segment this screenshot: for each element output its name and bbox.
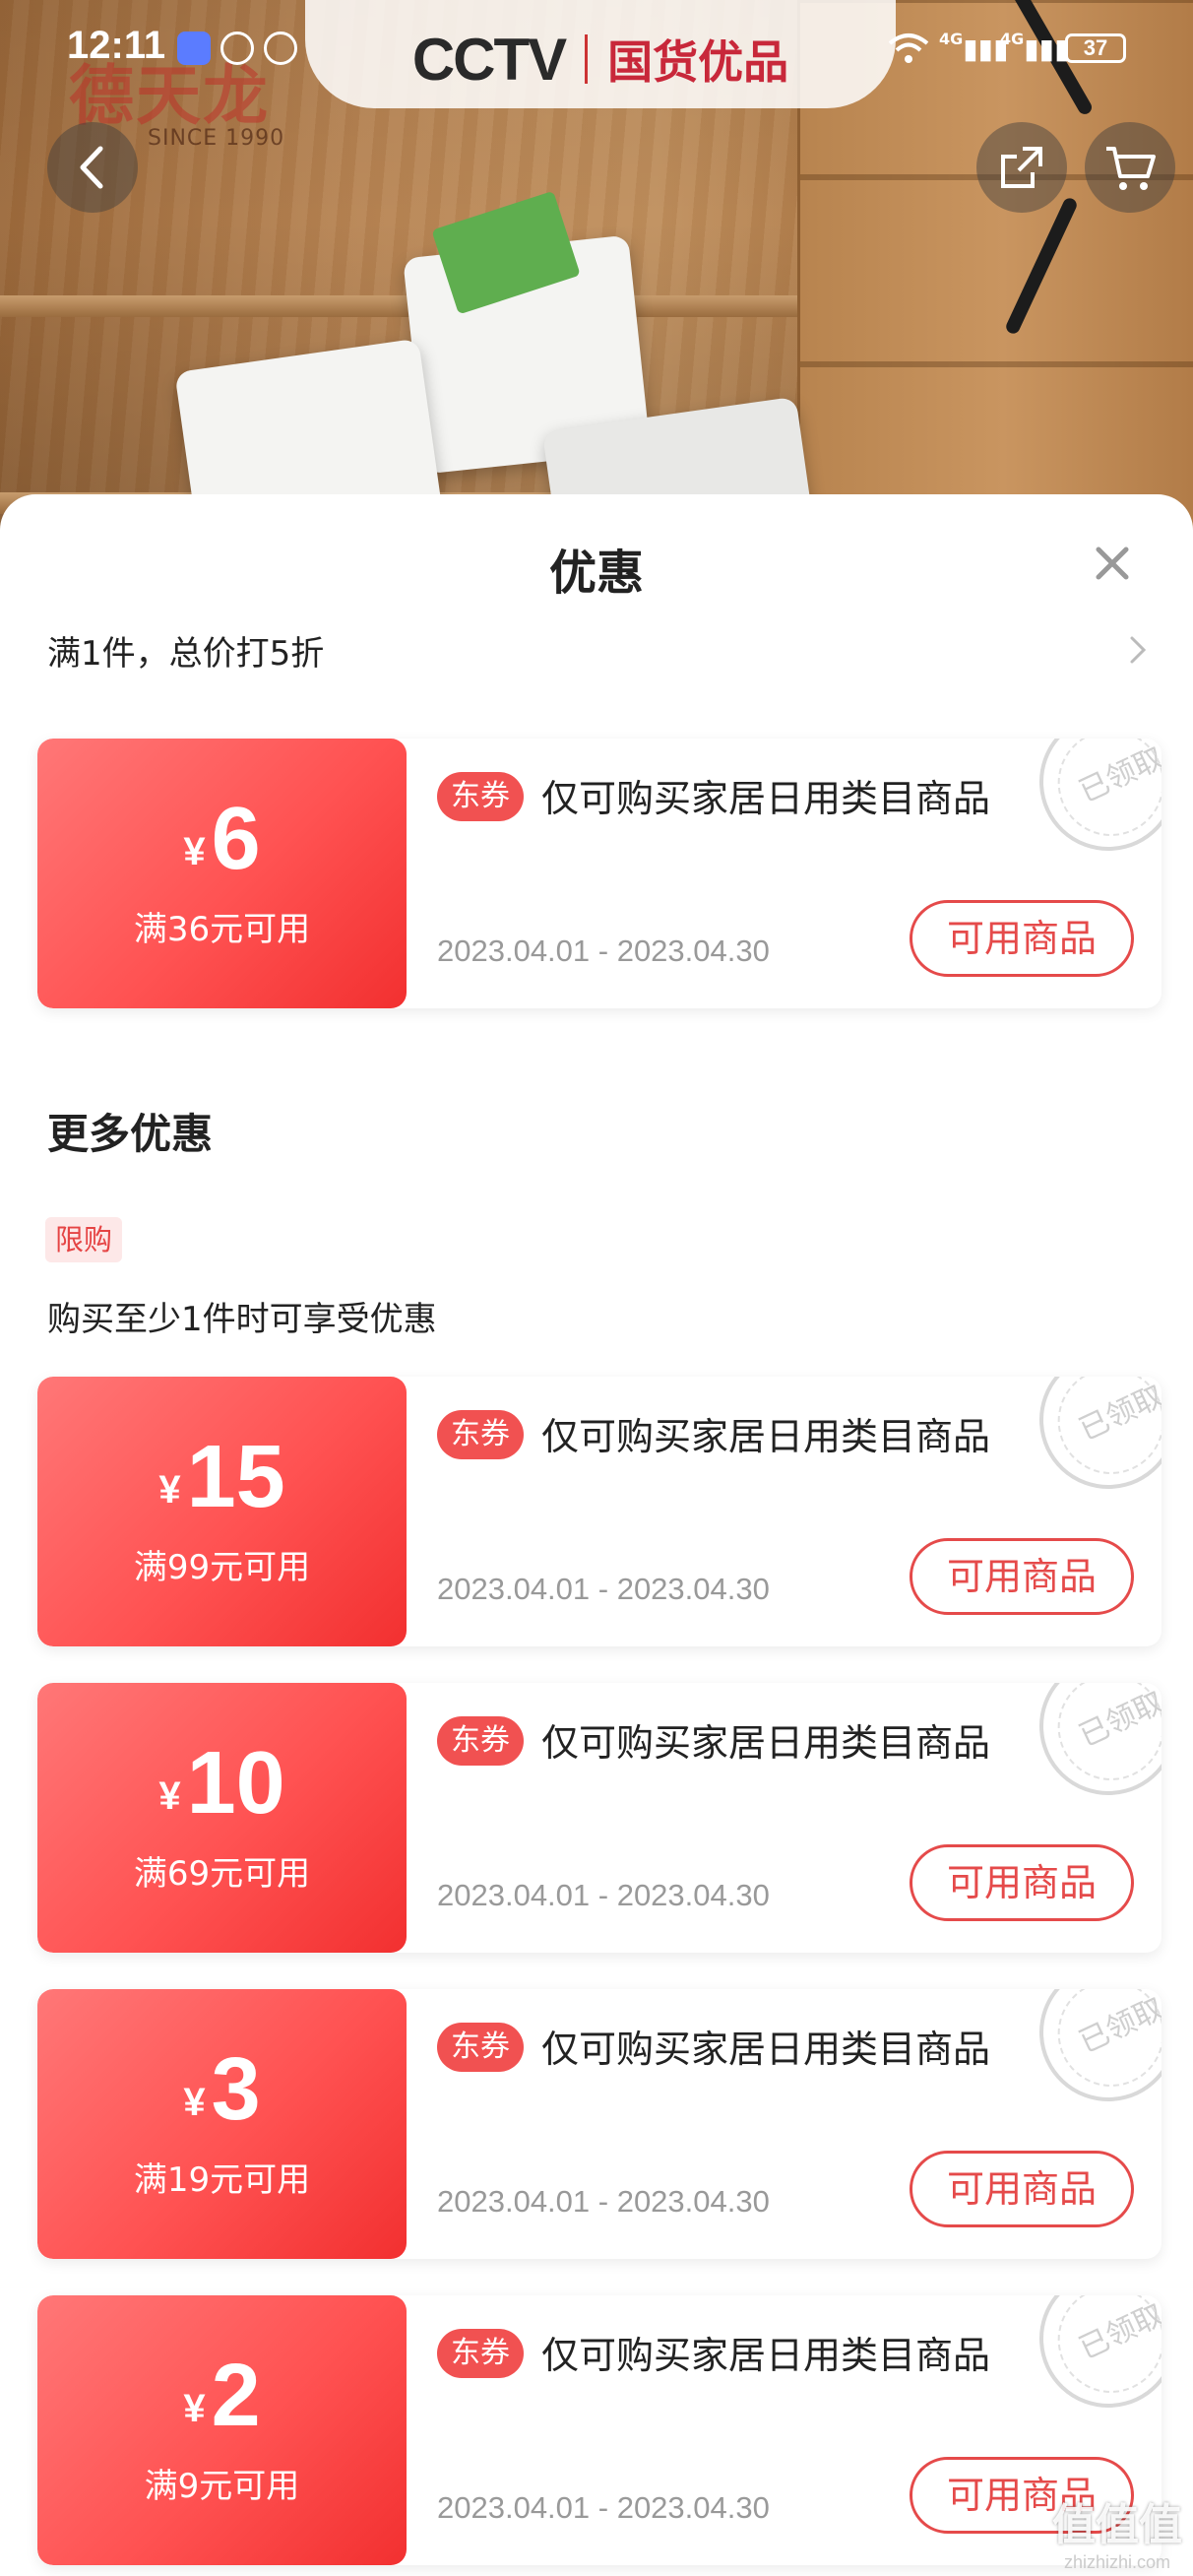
coupon-card[interactable]: ¥15 满99元可用 东券 仅可购买家居日用类目商品 2023.04.01 - … bbox=[37, 1377, 1162, 1646]
chevron-left-icon bbox=[80, 146, 103, 189]
graduation-cap-icon bbox=[177, 32, 211, 65]
back-button[interactable] bbox=[47, 122, 138, 213]
speedometer-icon bbox=[264, 32, 297, 65]
coupon-description: 仅可购买家居日用类目商品 bbox=[541, 1415, 991, 1458]
battery-level: 37 bbox=[1065, 33, 1126, 63]
claimed-stamp: 已领取 bbox=[1016, 1989, 1162, 2125]
coupon-description: 仅可购买家居日用类目商品 bbox=[541, 777, 991, 820]
brand-divider bbox=[585, 34, 589, 84]
cart-button[interactable] bbox=[1085, 122, 1175, 213]
coupon-validity: 2023.04.01 - 2023.04.30 bbox=[437, 934, 770, 968]
coupon-description: 仅可购买家居日用类目商品 bbox=[541, 1721, 991, 1765]
share-icon bbox=[1001, 147, 1042, 188]
claimed-stamp: 已领取 bbox=[1016, 1377, 1162, 1513]
claimed-stamp: 已领取 bbox=[1016, 739, 1162, 874]
coupon-tag: 东券 bbox=[437, 1716, 524, 1766]
brand-banner: CCTV 国货优品 bbox=[305, 0, 896, 108]
coupon-threshold: 满9元可用 bbox=[144, 2467, 300, 2506]
coupon-description: 仅可购买家居日用类目商品 bbox=[541, 2334, 991, 2377]
sheet-title: 优惠 bbox=[548, 546, 644, 601]
coupon-amount: ¥6 bbox=[183, 790, 261, 888]
available-products-button[interactable]: 可用商品 bbox=[910, 900, 1134, 977]
coupon-threshold: 满19元可用 bbox=[133, 2160, 311, 2200]
coupon-card[interactable]: ¥2 满9元可用 东券 仅可购买家居日用类目商品 2023.04.01 - 20… bbox=[37, 2295, 1162, 2565]
coupon-threshold: 满69元可用 bbox=[133, 1854, 311, 1894]
chevron-right-icon[interactable] bbox=[1120, 630, 1156, 670]
available-products-button[interactable]: 可用商品 bbox=[910, 1538, 1134, 1615]
coupon-value-panel: ¥10 满69元可用 bbox=[37, 1683, 407, 1953]
coupon-tag: 东券 bbox=[437, 772, 524, 821]
brand-subtitle: 国货优品 bbox=[607, 35, 789, 89]
coupon-tag: 东券 bbox=[437, 2023, 524, 2072]
coupon-validity: 2023.04.01 - 2023.04.30 bbox=[437, 1572, 770, 1606]
share-button[interactable] bbox=[976, 122, 1067, 213]
coupon-amount: ¥10 bbox=[158, 1734, 285, 1833]
coupon-validity: 2023.04.01 - 2023.04.30 bbox=[437, 2184, 770, 2219]
cart-icon bbox=[1106, 147, 1156, 190]
coupon-validity: 2023.04.01 - 2023.04.30 bbox=[437, 2490, 770, 2525]
coupon-card[interactable]: ¥10 满69元可用 东券 仅可购买家居日用类目商品 2023.04.01 - … bbox=[37, 1683, 1162, 1953]
coupon-threshold: 满99元可用 bbox=[133, 1548, 311, 1587]
claimed-stamp: 已领取 bbox=[1016, 1683, 1162, 1819]
available-products-button[interactable]: 可用商品 bbox=[910, 1844, 1134, 1921]
signal-2: 4G▮▮▮ bbox=[1000, 30, 1070, 65]
close-button[interactable] bbox=[1087, 538, 1138, 589]
coupon-threshold: 满36元可用 bbox=[133, 910, 311, 949]
coupon-value-panel: ¥15 满99元可用 bbox=[37, 1377, 407, 1646]
coupon-amount: ¥2 bbox=[183, 2347, 261, 2445]
promo-discount-line[interactable]: 满1件，总价打5折 bbox=[47, 626, 324, 675]
signal-1: 4G▮▮▮ bbox=[939, 30, 1009, 65]
coupon-tag: 东券 bbox=[437, 2329, 524, 2378]
status-time: 12:11 bbox=[67, 24, 166, 67]
claimed-stamp: 已领取 bbox=[1016, 2295, 1162, 2431]
watermark-sub: zhizhizhi.com bbox=[1063, 2552, 1171, 2572]
logo-since: SINCE 1990 bbox=[148, 126, 285, 151]
coupon-amount: ¥3 bbox=[183, 2040, 261, 2139]
close-icon bbox=[1096, 547, 1129, 580]
watermark-main: 值值值 bbox=[1052, 2501, 1182, 2549]
coupon-description: 仅可购买家居日用类目商品 bbox=[541, 2028, 991, 2071]
coupon-value-panel: ¥2 满9元可用 bbox=[37, 2295, 407, 2565]
site-watermark: 值值值 zhizhizhi.com bbox=[1043, 2489, 1191, 2572]
limit-description: 购买至少1件时可享受优惠 bbox=[47, 1300, 437, 1339]
coupon-card[interactable]: ¥6 满36元可用 东券 仅可购买家居日用类目商品 2023.04.01 - 2… bbox=[37, 739, 1162, 1008]
coupon-amount: ¥15 bbox=[158, 1428, 285, 1526]
notification-icon bbox=[220, 32, 254, 65]
coupon-value-panel: ¥6 满36元可用 bbox=[37, 739, 407, 1008]
limit-tag: 限购 bbox=[45, 1217, 123, 1262]
section-title-more-offers: 更多优惠 bbox=[47, 1110, 214, 1158]
coupon-tag: 东券 bbox=[437, 1410, 524, 1459]
coupon-validity: 2023.04.01 - 2023.04.30 bbox=[437, 1878, 770, 1912]
cctv-logo: CCTV bbox=[411, 26, 567, 93]
coupon-value-panel: ¥3 满19元可用 bbox=[37, 1989, 407, 2259]
available-products-button[interactable]: 可用商品 bbox=[910, 2151, 1134, 2227]
coupon-card[interactable]: ¥3 满19元可用 东券 仅可购买家居日用类目商品 2023.04.01 - 2… bbox=[37, 1989, 1162, 2259]
